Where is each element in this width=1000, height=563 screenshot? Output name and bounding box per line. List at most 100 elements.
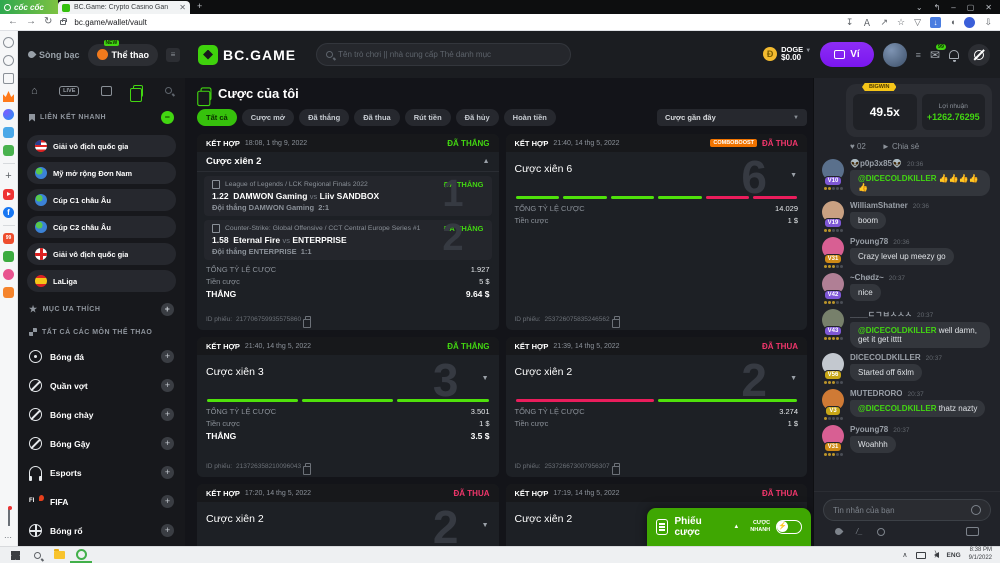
clock[interactable]: 8:38 PM9/1/2022 xyxy=(969,547,992,563)
username[interactable]: Pyoung78 xyxy=(850,237,888,246)
app-365-icon[interactable] xyxy=(3,251,14,262)
rain-icon[interactable] xyxy=(834,527,844,537)
sidebar-item-tennis[interactable]: Quần vợt+ xyxy=(27,371,176,400)
username[interactable]: DICECOLDKILLER xyxy=(850,353,921,362)
quick-link-item[interactable]: Giải vô địch quốc gia xyxy=(27,243,176,265)
user-avatar[interactable] xyxy=(883,43,907,67)
bigwin-share-card[interactable]: BIGWIN 49.5x Lợi nhuận +1262.76295 xyxy=(846,84,992,137)
downloads-tray-icon[interactable]: ⇩ xyxy=(984,17,992,28)
collapse-icon[interactable]: ▲ xyxy=(483,158,490,165)
search-input[interactable] xyxy=(338,50,561,59)
copy-icon[interactable] xyxy=(614,463,620,470)
coccoc-brand[interactable]: cốc cốc xyxy=(0,0,58,14)
flower-app-icon[interactable] xyxy=(3,269,14,280)
browser-profile-avatar[interactable] xyxy=(964,17,975,28)
coccoc-taskbar-app[interactable] xyxy=(70,547,92,563)
https-lock-icon[interactable] xyxy=(60,20,66,25)
expand-basketball-button[interactable]: + xyxy=(161,524,174,537)
sidebar-item-esports[interactable]: Esports+ xyxy=(27,458,176,487)
nav-casino[interactable]: Sòng bạc xyxy=(28,50,80,60)
sidebar-item-basketball[interactable]: Bóng rổ+ xyxy=(27,516,176,545)
expand-icon[interactable]: ▼ xyxy=(790,172,797,179)
bet-card[interactable]: KẾT HỢP 21:40, 14 thg 5, 2022 COMBOBOOST… xyxy=(506,134,808,330)
shopee-icon[interactable]: 99 xyxy=(3,233,14,244)
video-download-icon[interactable]: ↓ xyxy=(930,17,941,28)
currency-selector[interactable]: Đ DOGE ▼ $0.00 xyxy=(763,46,811,63)
live-icon[interactable]: LIVE xyxy=(59,86,79,96)
username[interactable]: WilliamShatner xyxy=(850,201,908,210)
coinflip-icon[interactable] xyxy=(877,528,885,536)
tab-lost[interactable]: Đã thua xyxy=(354,109,400,126)
quick-bet-toggle[interactable] xyxy=(776,520,802,534)
window-close-icon[interactable]: ✕ xyxy=(985,3,992,12)
tab-all[interactable]: Tất cả xyxy=(197,109,237,126)
bcgame-logo[interactable]: BC.GAME xyxy=(198,45,296,65)
chat-message-input[interactable] xyxy=(833,506,965,515)
chat-toggle-icon[interactable] xyxy=(968,44,990,66)
expand-icon[interactable]: ▼ xyxy=(482,522,489,529)
refresh-icon[interactable]: ↻ xyxy=(44,17,52,27)
news-feed-icon[interactable] xyxy=(3,73,14,84)
quick-link-item[interactable]: LaLiga xyxy=(27,270,176,292)
notifications-bell[interactable] xyxy=(8,508,10,526)
add-favorite-button[interactable]: + xyxy=(161,303,174,316)
sidebar-item-fifa[interactable]: FIFIFA+ xyxy=(27,487,176,516)
expand-tennis-button[interactable]: + xyxy=(161,379,174,392)
save-page-icon[interactable]: ↧ xyxy=(846,17,854,28)
bet-card-title-row[interactable]: Cược xiên 2 2 ▼ xyxy=(506,355,808,399)
like-button[interactable]: ♥ 02 xyxy=(850,142,866,151)
betslip-button[interactable]: Phiếu cược ▲ CƯỢCNHANH xyxy=(647,508,811,546)
tab-close-icon[interactable]: ✕ xyxy=(179,3,186,12)
username[interactable]: MUTEDRORO xyxy=(850,389,902,398)
tab-cancelled[interactable]: Đã hủy xyxy=(456,109,499,126)
sidebar-item-baseball[interactable]: Bóng chày+ xyxy=(27,400,176,429)
expand-esports-button[interactable]: + xyxy=(161,466,174,479)
url-text[interactable]: bc.game/wallet/vault xyxy=(74,18,838,27)
volume-icon[interactable] xyxy=(934,552,939,558)
username[interactable]: ~Chødz~ xyxy=(850,273,884,282)
expand-football-button[interactable]: + xyxy=(161,350,174,363)
file-explorer[interactable] xyxy=(48,547,70,563)
quick-link-item[interactable]: Cúp C1 châu Âu xyxy=(27,189,176,211)
username[interactable]: ____ㄷㄱㅂㅅㅅㅅ xyxy=(850,309,912,320)
messages-icon[interactable]: ✉99 xyxy=(930,48,940,62)
share-button[interactable]: ► Chia sẻ xyxy=(882,142,919,151)
tab-open[interactable]: Cược mở xyxy=(242,109,294,126)
shopping-cart-icon[interactable] xyxy=(3,287,14,298)
start-button[interactable] xyxy=(4,547,26,563)
quick-link-item[interactable]: Giải vô địch quốc gia xyxy=(27,135,176,157)
my-bets-icon[interactable] xyxy=(133,85,143,97)
chat-rules-shortcut-icon[interactable]: /_ xyxy=(856,527,863,536)
calendar-icon[interactable] xyxy=(101,86,112,96)
tab-search-icon[interactable]: ⌄ xyxy=(916,3,923,12)
translate-icon[interactable]: Ａ xyxy=(862,16,871,29)
emoji-icon[interactable] xyxy=(971,505,981,515)
chat-input[interactable] xyxy=(823,499,991,521)
quick-link-item[interactable]: Cúp C2 châu Âu xyxy=(27,216,176,238)
taskbar-search[interactable] xyxy=(26,547,48,563)
game-search[interactable] xyxy=(316,43,571,66)
bet-card[interactable]: KẾT HỢP 21:40, 14 thg 5, 2022 ĐÃ THẮNG C… xyxy=(197,337,499,477)
share-icon[interactable]: ↗ xyxy=(880,17,888,28)
sort-dropdown[interactable]: Cược gần đây ▼ xyxy=(657,109,807,126)
notifications-icon[interactable] xyxy=(949,50,959,59)
sidebar-item-cricket[interactable]: Bóng Gậy+ xyxy=(27,429,176,458)
tab-restore-icon[interactable]: ↰ xyxy=(934,3,941,12)
bet-card-title-row[interactable]: Cược xiên 6 6 ▼ xyxy=(506,152,808,196)
tray-expand-icon[interactable]: ∧ xyxy=(902,551,907,559)
expand-baseball-button[interactable]: + xyxy=(161,408,174,421)
more-options-icon[interactable]: ⋯ xyxy=(4,533,13,542)
expand-fifa-button[interactable]: + xyxy=(161,495,174,508)
chat-messages[interactable]: BIGWIN 49.5x Lợi nhuận +1262.76295 ♥ 02 xyxy=(814,78,1000,491)
expand-icon[interactable]: ▼ xyxy=(790,375,797,382)
window-minimize-icon[interactable]: – xyxy=(951,3,955,12)
bet-card[interactable]: KẾT HỢP 17:20, 14 thg 5, 2022 ĐÃ THUA Cư… xyxy=(197,484,499,546)
bet-card-title-row[interactable]: Cược xiên 3 3 ▼ xyxy=(197,355,499,399)
expand-cricket-button[interactable]: + xyxy=(161,437,174,450)
browser-tab-bcgame[interactable]: BC.Game: Crypto Casino Gan ✕ xyxy=(58,1,190,14)
window-maximize-icon[interactable]: ▢ xyxy=(967,3,975,12)
games-icon[interactable] xyxy=(3,145,14,156)
copy-icon[interactable] xyxy=(614,316,620,323)
mention[interactable]: @DICECOLDKILLER xyxy=(858,174,936,183)
nav-menu-icon[interactable]: ≡ xyxy=(166,48,180,62)
